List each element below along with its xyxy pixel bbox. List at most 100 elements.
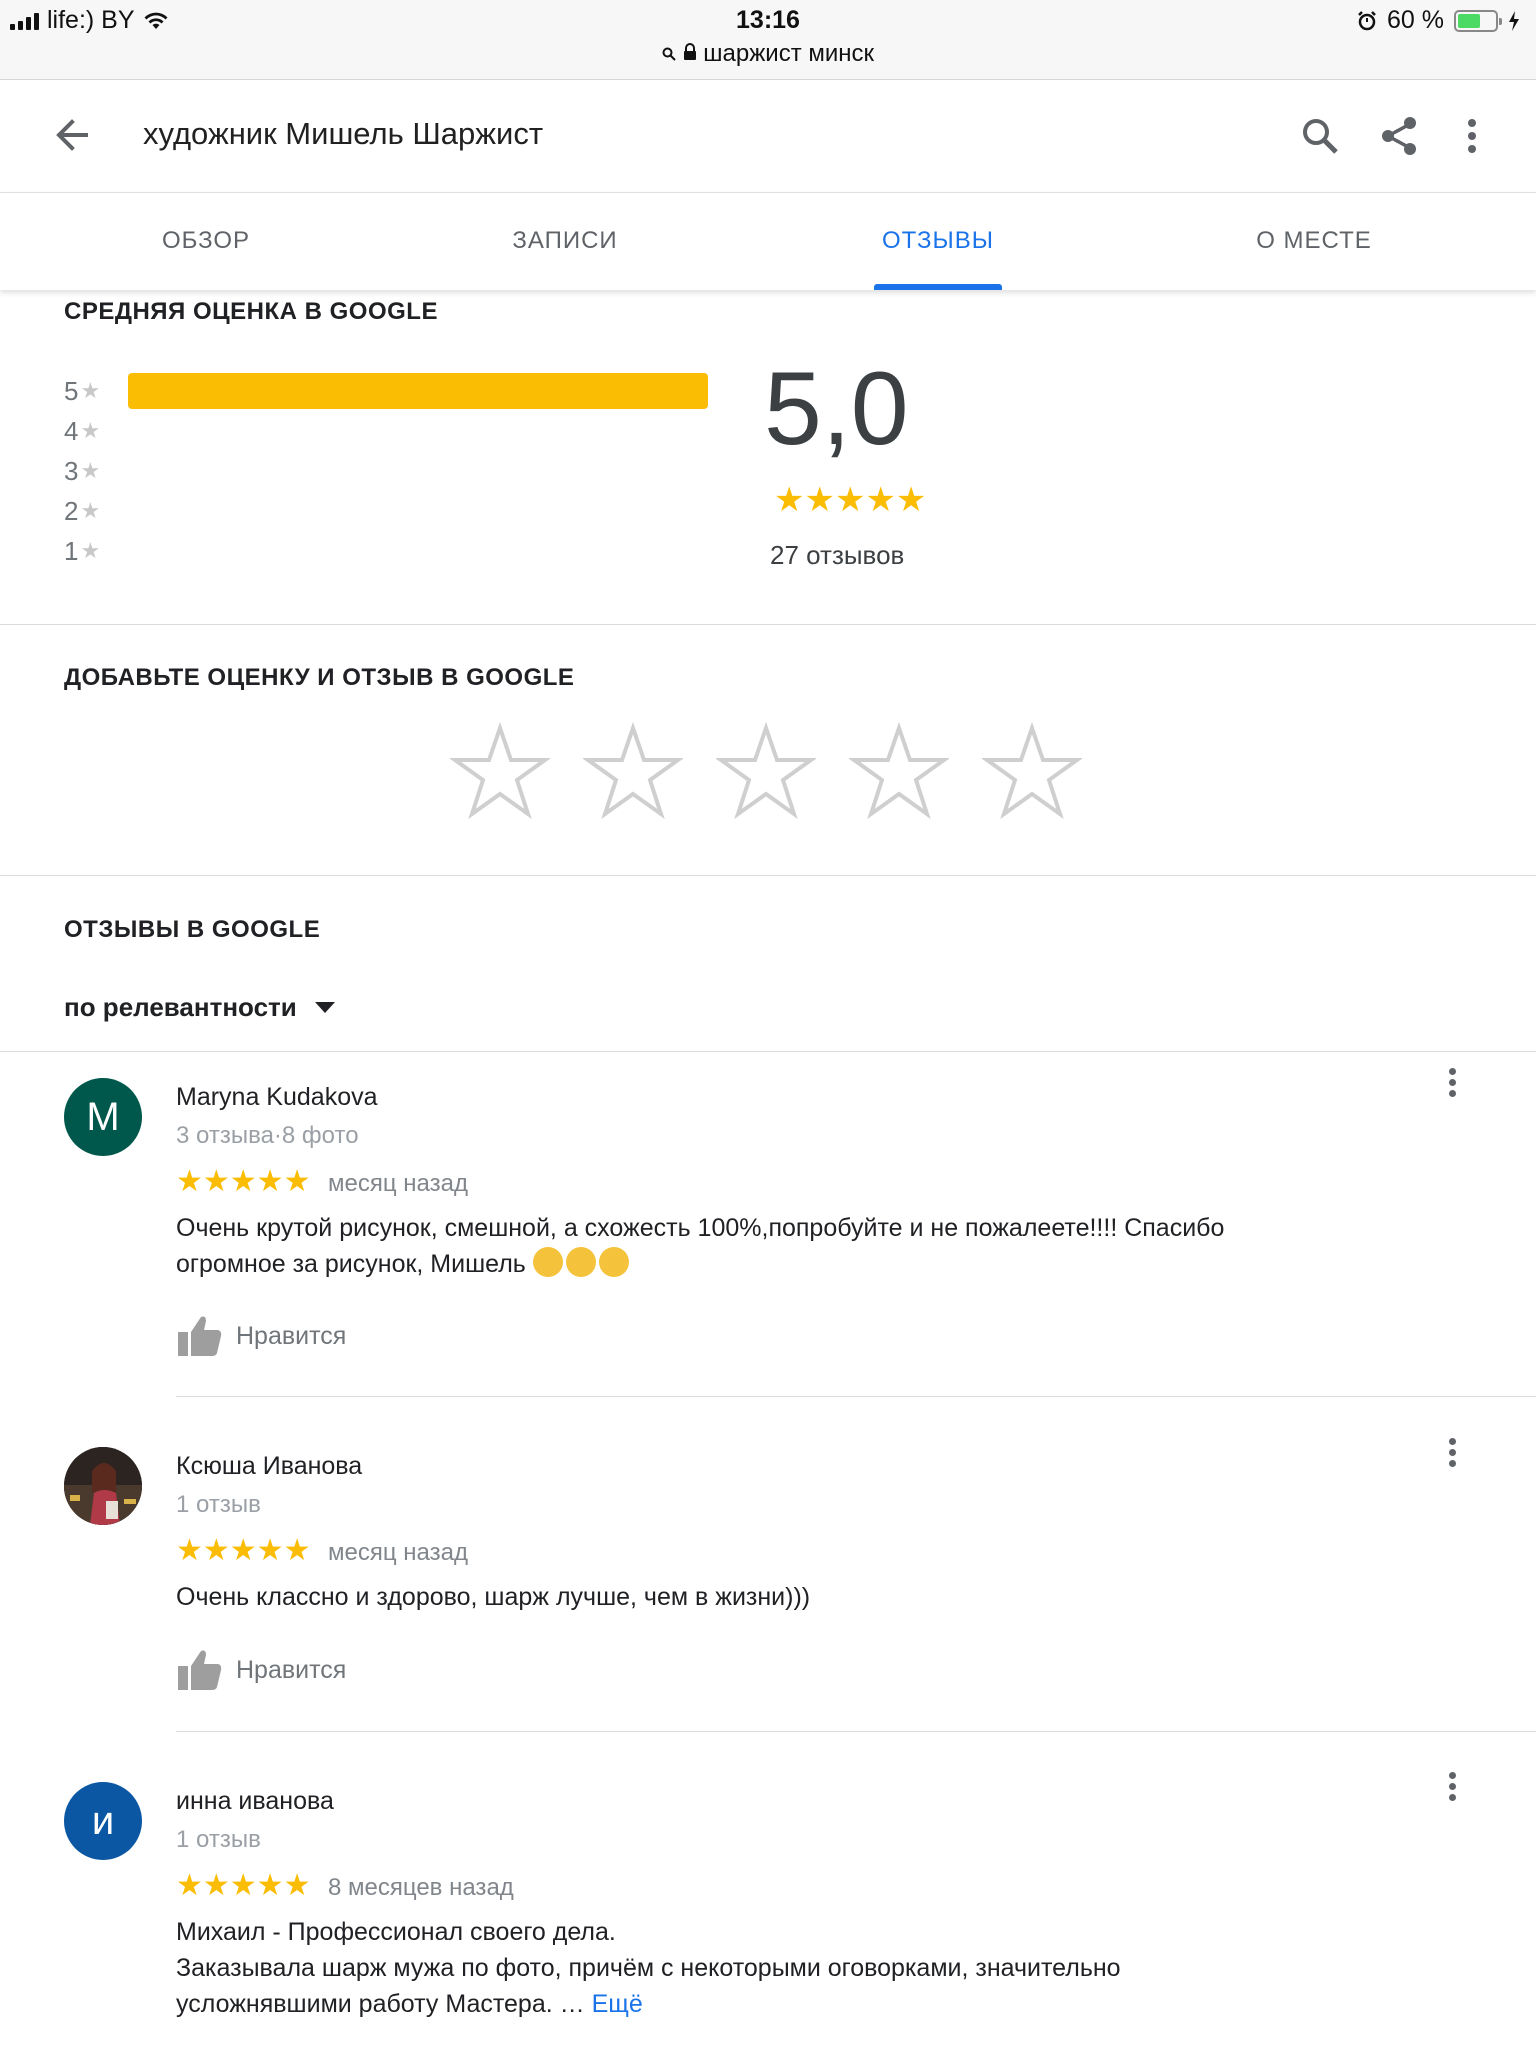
avatar[interactable]: и: [64, 1782, 142, 1860]
search-icon: [662, 47, 676, 61]
star-outline-icon[interactable]: [714, 721, 818, 822]
histogram-row: 1 ★: [64, 536, 100, 566]
reviewer-name[interactable]: Maryna Kudakova: [176, 1083, 378, 1112]
divider: [176, 1731, 1536, 1732]
more-options-button[interactable]: [1444, 108, 1500, 164]
review-stars: ★★★★★: [176, 1165, 311, 1198]
review-text-line: Очень классно и здорово, шарж лучше, чем…: [176, 1583, 811, 1611]
battery-percent: 60 %: [1387, 6, 1444, 34]
tab-about[interactable]: О МЕСТЕ: [1204, 193, 1424, 291]
histogram-star-label: 3: [64, 455, 79, 486]
device-status: 60 %: [1357, 6, 1520, 35]
share-icon: [1382, 117, 1416, 155]
url-text: шаржист минск: [703, 40, 875, 67]
like-label: Нравится: [236, 1655, 347, 1684]
tab-posts[interactable]: ЗАПИСИ: [455, 193, 675, 291]
review-text-line: Михаил - Профессионал своего дела.: [176, 1918, 616, 1946]
caret-down-icon: [314, 1002, 335, 1013]
page-title: художник Мишель Шаржист: [143, 116, 544, 151]
sort-dropdown[interactable]: по релевантности: [64, 992, 335, 1023]
reviewer-meta: 1 отзыв: [176, 1491, 261, 1518]
histogram-row: 3 ★: [64, 456, 100, 486]
like-button[interactable]: Нравится: [176, 1314, 346, 1358]
star-outline-icon[interactable]: [448, 721, 552, 822]
status-bar: life:) BY 13:16 шаржист минск 60 %: [0, 0, 1536, 80]
histogram-row: 4 ★: [64, 416, 100, 446]
read-more-link[interactable]: Ещё: [592, 1990, 643, 2018]
star-icon: ★: [80, 538, 101, 563]
histogram-star-label: 2: [64, 495, 79, 526]
star-icon: ★: [80, 418, 101, 443]
reviewer-meta: 1 отзыв: [176, 1826, 261, 1853]
star-icon: ★: [80, 458, 101, 483]
back-button[interactable]: [48, 110, 98, 160]
histogram-row: 2 ★: [64, 496, 100, 526]
review-text-span: усложнявшими работу Мастера. …: [176, 1990, 585, 2018]
like-label: Нравится: [236, 1321, 347, 1350]
star-icon: ★: [80, 498, 101, 523]
reviews-heading: ОТЗЫВЫ В GOOGLE: [64, 916, 321, 943]
star-outline-icon[interactable]: [980, 721, 1084, 822]
arrow-left-icon: [56, 119, 88, 151]
review-stars: ★★★★★: [176, 1869, 311, 1902]
thumbs-up-icon: [178, 1650, 222, 1690]
review-text-line: Заказывала шарж мужа по фото, причём с н…: [176, 1954, 1121, 1982]
review-date: 8 месяцев назад: [328, 1874, 514, 1901]
histogram-bar: [128, 373, 708, 409]
smiling-face-emoji-icon: [532, 1247, 632, 1278]
review-more-button[interactable]: [1440, 1434, 1464, 1478]
divider: [0, 875, 1536, 876]
clock: 13:16: [736, 6, 800, 34]
histogram-bar-fill: [128, 373, 708, 409]
review-text-line: огромное за рисунок, Мишель: [176, 1246, 1376, 1282]
tab-bar: ОБЗОР ЗАПИСИ ОТЗЫВЫ О МЕСТЕ: [0, 192, 1536, 290]
avatar[interactable]: [64, 1447, 142, 1525]
review-stars: ★★★★★: [176, 1534, 311, 1567]
histogram-bar: [128, 493, 708, 529]
average-rating: 5,0: [764, 351, 909, 467]
histogram-star-label: 4: [64, 415, 79, 446]
histogram-star-label: 1: [64, 535, 79, 566]
review-more-button[interactable]: [1440, 1768, 1464, 1812]
reviewer-name[interactable]: инна иванова: [176, 1787, 334, 1816]
tab-reviews[interactable]: ОТЗЫВЫ: [828, 193, 1048, 291]
battery-icon: [1454, 9, 1502, 32]
lock-icon: [683, 43, 696, 60]
tab-overview[interactable]: ОБЗОР: [96, 193, 316, 291]
divider: [0, 1051, 1536, 1052]
alarm-icon: [1358, 10, 1376, 30]
histogram-star-label: 5: [64, 375, 79, 406]
review-text: Очень классно и здорово, шарж лучше, чем…: [176, 1579, 1376, 1615]
review-text: Михаил - Профессионал своего дела. Заказ…: [176, 1914, 1376, 2022]
add-review-heading: ДОБАВЬТЕ ОЦЕНКУ И ОТЗЫВ В GOOGLE: [64, 664, 575, 691]
star-outline-icon[interactable]: [581, 721, 685, 822]
reviewer-name[interactable]: Ксюша Иванова: [176, 1452, 362, 1481]
like-button[interactable]: Нравится: [176, 1648, 346, 1692]
review-date: месяц назад: [328, 1170, 468, 1197]
app-header: художник Мишель Шаржист: [0, 80, 1536, 192]
share-button[interactable]: [1372, 108, 1428, 164]
review-text-span: огромное за рисунок, Мишель: [176, 1250, 526, 1278]
histogram-bar: [128, 533, 708, 569]
more-vert-icon: [1468, 119, 1476, 153]
histogram-bar: [128, 453, 708, 489]
histogram-bar: [128, 413, 708, 449]
rating-summary-heading: СРЕДНЯЯ ОЦЕНКА В GOOGLE: [64, 298, 438, 325]
thumbs-up-icon: [178, 1316, 222, 1356]
avatar[interactable]: M: [64, 1078, 142, 1156]
review-text: Очень крутой рисунок, смешной, а схожест…: [176, 1210, 1376, 1282]
search-button[interactable]: [1292, 108, 1348, 164]
review-date: месяц назад: [328, 1539, 468, 1566]
review-count[interactable]: 27 отзывов: [770, 540, 904, 571]
search-icon: [1303, 119, 1338, 154]
url-bar[interactable]: шаржист минск: [0, 40, 1536, 68]
sort-label: по релевантности: [64, 992, 297, 1022]
review-more-button[interactable]: [1440, 1064, 1464, 1108]
divider: [0, 624, 1536, 625]
review-text-line: Очень крутой рисунок, смешной, а схожест…: [176, 1214, 1225, 1242]
divider: [176, 1396, 1536, 1397]
reviewer-meta: 3 отзыва·8 фото: [176, 1122, 359, 1149]
star-outline-icon[interactable]: [847, 721, 951, 822]
histogram-row: 5 ★: [64, 376, 100, 406]
review-text-line: усложнявшими работу Мастера. … Ещё: [176, 1986, 1376, 2022]
